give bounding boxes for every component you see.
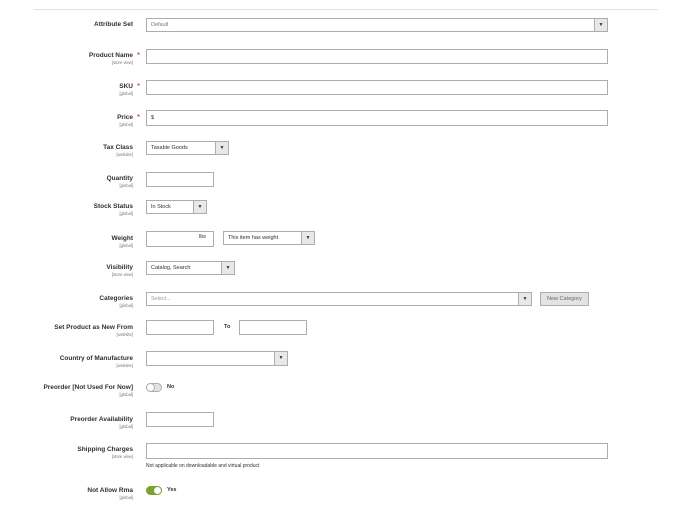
shipping-charges-input[interactable] — [146, 443, 608, 459]
visibility-label: Visibility [store view] — [106, 264, 133, 277]
country-select[interactable]: ▼ — [146, 351, 288, 366]
weight-unit: lbs — [199, 234, 207, 240]
categories-placeholder: Select... — [151, 296, 171, 302]
product-name-scope: [store view] — [111, 60, 133, 65]
chevron-down-icon[interactable]: ▼ — [518, 293, 531, 305]
preorder-label: Preorder [Not Used For Now] [global] — [43, 384, 133, 397]
country-label-text: Country of Manufacture — [59, 355, 133, 362]
new-from-date-input[interactable] — [146, 320, 214, 335]
product-name-input[interactable] — [146, 49, 608, 64]
stock-status-select[interactable]: In Stock ▼ — [146, 200, 207, 214]
stock-status-label-text: Stock Status — [93, 203, 133, 210]
attribute-set-value: Default — [151, 22, 169, 28]
visibility-value: Catalog, Search — [151, 265, 191, 271]
attribute-set-select[interactable]: Default ▼ — [146, 18, 608, 32]
chevron-down-icon[interactable]: ▼ — [594, 19, 607, 31]
visibility-label-text: Visibility — [106, 264, 133, 271]
tax-class-scope: [website] — [116, 152, 133, 157]
to-label: To — [224, 324, 231, 330]
price-input[interactable]: $ — [146, 110, 608, 126]
not-allow-rma-toggle-label: Yes — [167, 487, 177, 493]
attribute-set-label-text: Attribute Set — [94, 21, 133, 28]
new-to-date-input[interactable] — [239, 320, 307, 335]
product-name-label: Product Name [store view] — [89, 52, 133, 65]
tax-class-label-text: Tax Class — [103, 144, 133, 151]
required-marker: * — [137, 113, 141, 122]
stock-status-scope: [global] — [119, 211, 133, 216]
weight-label: Weight [global] — [111, 235, 133, 248]
preorder-availability-label-text: Preorder Availability — [70, 416, 133, 423]
shipping-scope: [store view] — [111, 454, 133, 459]
categories-label: Categories [global] — [99, 295, 133, 308]
categories-select[interactable]: Select... ▼ — [146, 292, 532, 306]
new-from-label: Set Product as New From [website] — [54, 324, 133, 337]
chevron-down-icon[interactable]: ▼ — [221, 262, 234, 274]
sku-input[interactable] — [146, 80, 608, 95]
preorder-scope: [global] — [119, 392, 133, 397]
quantity-label: Quantity [global] — [107, 175, 133, 188]
price-scope: [global] — [119, 122, 133, 127]
preorder-toggle-label: No — [167, 384, 175, 390]
tax-class-label: Tax Class [website] — [103, 144, 133, 157]
categories-scope: [global] — [119, 303, 133, 308]
chevron-down-icon[interactable]: ▼ — [301, 232, 314, 244]
new-from-label-text: Set Product as New From — [54, 324, 133, 331]
price-label: Price [global] — [117, 114, 133, 127]
quantity-label-text: Quantity — [106, 175, 133, 182]
weight-type-select[interactable]: This item has weight ▼ — [223, 231, 315, 245]
sku-scope: [global] — [119, 91, 133, 96]
not-allow-rma-label-text: Not Allow Rma — [87, 487, 133, 494]
tax-class-select[interactable]: Taxable Goods ▼ — [146, 141, 229, 155]
country-label: Country of Manufacture [website] — [60, 355, 133, 368]
sku-label-text: SKU — [119, 83, 133, 90]
visibility-select[interactable]: Catalog, Search ▼ — [146, 261, 235, 275]
tax-class-value: Taxable Goods — [151, 145, 188, 151]
shipping-note: Not applicable on downloadable and virtu… — [146, 463, 260, 469]
attribute-set-label: Attribute Set — [94, 21, 133, 29]
quantity-scope: [global] — [119, 183, 133, 188]
weight-type-value: This item has weight — [228, 235, 279, 241]
toggle-knob — [146, 383, 155, 392]
shipping-label-text: Shipping Charges — [77, 446, 133, 453]
stock-status-value: In Stock — [151, 204, 171, 210]
not-allow-rma-toggle[interactable] — [146, 486, 162, 495]
new-category-button[interactable]: New Category — [540, 292, 589, 306]
stock-status-label: Stock Status [global] — [94, 203, 133, 216]
preorder-availability-scope: [global] — [119, 424, 133, 429]
required-marker: * — [137, 51, 141, 60]
toggle-knob — [153, 486, 162, 495]
chevron-down-icon[interactable]: ▼ — [274, 352, 287, 365]
preorder-availability-label: Preorder Availability [global] — [70, 416, 133, 429]
chevron-down-icon[interactable]: ▼ — [215, 142, 228, 154]
preorder-toggle[interactable] — [146, 383, 162, 392]
not-allow-rma-scope: [global] — [119, 495, 133, 500]
preorder-availability-input[interactable] — [146, 412, 214, 427]
product-name-label-text: Product Name — [88, 52, 133, 59]
new-from-scope: [website] — [116, 332, 133, 337]
preorder-label-text: Preorder [Not Used For Now] — [43, 384, 133, 391]
quantity-input[interactable] — [146, 172, 214, 187]
chevron-down-icon[interactable]: ▼ — [193, 201, 206, 213]
categories-label-text: Categories — [99, 295, 133, 302]
shipping-label: Shipping Charges [store view] — [77, 446, 133, 459]
not-allow-rma-label: Not Allow Rma [global] — [87, 487, 133, 500]
country-scope: [website] — [116, 363, 133, 368]
required-marker: * — [137, 82, 141, 91]
visibility-scope: [store view] — [111, 272, 133, 277]
sku-label: SKU [global] — [119, 83, 133, 96]
weight-scope: [global] — [119, 243, 133, 248]
weight-label-text: Weight — [111, 235, 133, 242]
price-label-text: Price — [117, 114, 133, 121]
